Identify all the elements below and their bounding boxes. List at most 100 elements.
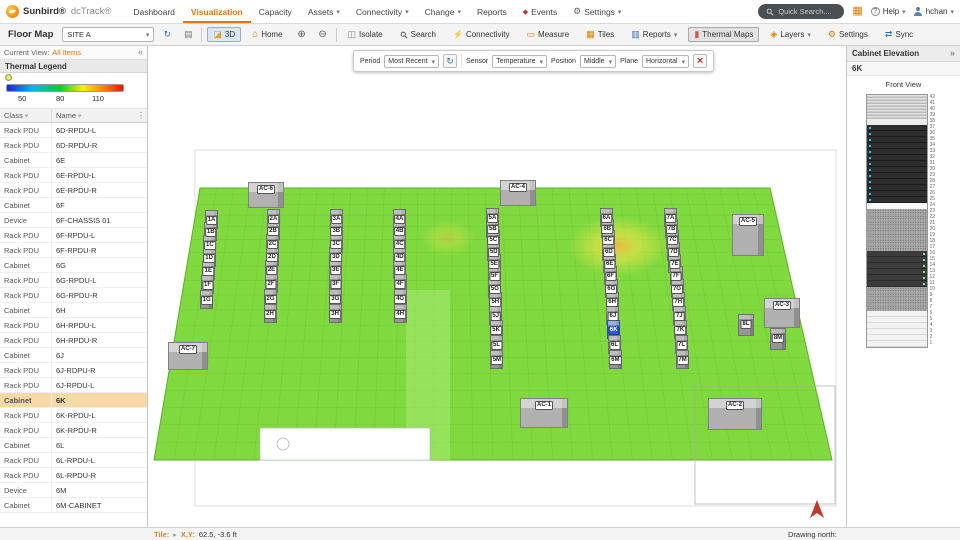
rack-label: 7F [670,272,681,281]
table-row[interactable]: Rack PDU6E-RPDU-L [0,168,147,183]
refresh-button[interactable] [159,27,175,43]
quick-search-input[interactable]: Quick Search.... [758,4,844,19]
tile-label: Tile: [154,530,169,539]
menu-item-dashboard[interactable]: Dashboard [125,0,183,23]
table-row[interactable]: Cabinet6K [0,393,147,408]
table-row[interactable]: Rack PDU6J-RPDU-L [0,378,147,393]
rack-label: 3C [330,240,342,249]
overlay-refresh-button[interactable] [443,54,457,68]
measure-button[interactable]: Measure [521,27,576,42]
menu-item-change[interactable]: Change [417,0,469,23]
rack-cabinet-5m[interactable]: 5M [490,350,503,369]
table-row[interactable]: Cabinet6E [0,153,147,168]
ac-unit-ac-7[interactable]: AC-7 [168,342,208,370]
table-row[interactable]: Cabinet6J [0,348,147,363]
zoom-out-button[interactable] [315,27,331,43]
table-row[interactable]: Rack PDU6H-RPDU-L [0,318,147,333]
ac-unit-ac-3[interactable]: AC-3 [764,298,800,328]
tiles-button[interactable]: Tiles [580,27,620,42]
table-row[interactable]: Cabinet6F [0,198,147,213]
led-icon [869,163,871,165]
rack-cabinet-3h[interactable]: 3H [329,304,342,323]
period-select[interactable]: Most Recent [384,55,439,68]
rack-label: 3B [330,227,342,236]
table-row[interactable]: Device6M [0,483,147,498]
search-button[interactable]: Search [394,27,442,42]
menu-item-reports[interactable]: Reports [469,0,515,23]
left-sidebar: Current View: All Items Thermal Legend 5… [0,46,148,527]
led-icon [869,187,871,189]
menu-item-capacity[interactable]: Capacity [251,0,300,23]
chevron-down-icon [609,57,613,66]
rack-cabinet-8m[interactable]: 8M [770,328,786,350]
table-row[interactable]: Rack PDU6L-RPDU-L [0,453,147,468]
menu-item-connectivity[interactable]: Connectivity [348,0,417,23]
rack-label: 3A [331,215,343,224]
ac-unit-ac-5[interactable]: AC-5 [732,214,764,256]
table-row[interactable]: Rack PDU6J-RDPU-R [0,363,147,378]
reports-button[interactable]: Reports [625,27,683,42]
site-select[interactable]: SITE A [62,27,154,42]
table-row[interactable]: Rack PDU6L-RPDU-R [0,468,147,483]
menu-item-events[interactable]: Events [515,0,565,23]
table-row[interactable]: Rack PDU6D-RPDU-R [0,138,147,153]
calendar-icon[interactable] [852,6,862,17]
view-3d-button[interactable]: 3D [207,27,241,42]
table-row[interactable]: Cabinet6H [0,303,147,318]
rack-cabinet-1g[interactable]: 1G [200,290,213,309]
table-row[interactable]: Rack PDU6H-RPDU-R [0,333,147,348]
thermal-maps-button[interactable]: Thermal Maps [688,27,759,42]
table-row[interactable]: Cabinet6G [0,258,147,273]
floor-map-canvas[interactable]: 1A1B1C1D1E1F1G2A2B2C2D2E2F2G2H3A3B3C3D3E… [148,46,846,527]
rack-cabinet-2h[interactable]: 2H [264,304,277,323]
help-menu[interactable]: Help [871,7,906,16]
table-row[interactable]: Rack PDU6D-RPDU-L [0,123,147,138]
table-row[interactable]: Rack PDU6K-RPDU-L [0,408,147,423]
ac-unit-ac-2[interactable]: AC-2 [708,398,762,430]
overlay-close-button[interactable] [693,54,707,68]
sync-button[interactable]: Sync [879,27,919,42]
home-button[interactable]: Home [246,27,288,43]
print-button[interactable] [180,27,196,43]
table-row[interactable]: Cabinet6L [0,438,147,453]
table-row[interactable]: Rack PDU6E-RPDU-R [0,183,147,198]
rack-cabinet-8l[interactable]: 8L [738,314,754,336]
settings-button[interactable]: Settings [822,27,874,42]
collapse-sidebar-icon[interactable] [138,48,143,57]
current-view-value[interactable]: All Items [52,48,81,57]
rack-cabinet-4h[interactable]: 4H [394,304,407,323]
ac-unit-ac-4[interactable]: AC-4 [500,180,536,206]
connectivity-button[interactable]: Connectivity [447,27,516,42]
rack-label: 5K [490,326,502,335]
table-row[interactable]: Device6F-CHASSIS 01 [0,213,147,228]
plane-select[interactable]: Horizontal [642,55,689,68]
table-row[interactable]: Rack PDU6G-RPDU-R [0,288,147,303]
rack-cabinet-7m[interactable]: 7M [676,350,689,369]
rack-label: 4E [394,266,405,275]
cell-name: 6D-RPDU-R [52,141,147,150]
table-row[interactable]: Rack PDU6K-RPDU-R [0,423,147,438]
ac-unit-ac-6[interactable]: AC-6 [248,182,284,208]
zoom-in-button[interactable] [294,27,310,43]
column-header-class[interactable]: Class [0,109,52,122]
user-menu[interactable]: hchan [914,7,954,16]
ac-unit-ac-1[interactable]: AC-1 [520,398,568,428]
rack-cabinet-6m[interactable]: 6M [609,350,622,369]
table-row[interactable]: Rack PDU6F-RPDU-R [0,243,147,258]
sensor-label: Sensor [466,58,488,65]
table-row[interactable]: Cabinet6M-CABINET [0,498,147,513]
isolate-button[interactable]: Isolate [342,27,389,42]
column-header-name[interactable]: Name [52,111,137,120]
menu-item-settings[interactable]: Settings [565,0,629,23]
table-row[interactable]: Rack PDU6G-RPDU-L [0,273,147,288]
layers-button[interactable]: Layers [764,27,816,42]
table-row[interactable]: Rack PDU6F-RPDU-L [0,228,147,243]
expand-panel-icon[interactable] [950,49,955,58]
position-select[interactable]: Middle [580,55,616,68]
cell-class: Rack PDU [0,168,52,182]
sensor-select[interactable]: Temperature [492,55,547,68]
grip-icon[interactable] [137,111,145,120]
menu-item-visualization[interactable]: Visualization [183,0,251,23]
menu-item-assets[interactable]: Assets [300,0,348,23]
rack-elevation: 4241403938373635343332313029282726252423… [866,94,942,348]
